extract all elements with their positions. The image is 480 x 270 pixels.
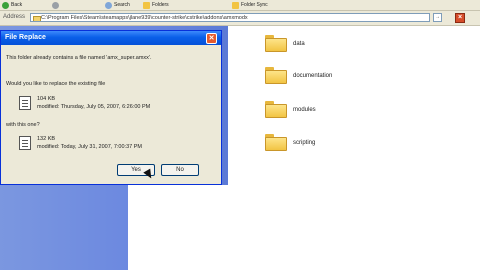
folders-icon — [143, 1, 150, 9]
forward-arrow-icon — [52, 1, 59, 9]
with-label: with this one? — [6, 122, 40, 128]
search-label: Search — [114, 2, 130, 8]
folders-button[interactable]: Folders — [143, 1, 169, 9]
address-input[interactable]: C:\Program Files\Steam\steamapps\jlane93… — [30, 13, 430, 22]
folder-icon — [265, 67, 287, 84]
folder-item-scripting[interactable]: scripting — [265, 134, 315, 151]
blank-area — [128, 185, 228, 270]
folder-item-data[interactable]: data — [265, 35, 305, 52]
toolbar: Back Search Folders Folder Sync — [0, 0, 480, 11]
back-label: Back — [11, 2, 23, 8]
search-button[interactable]: Search — [105, 1, 130, 9]
folder-item-modules[interactable]: modules — [265, 101, 316, 118]
forward-button[interactable] — [52, 1, 59, 9]
dialog-message: This folder already contains a file name… — [6, 55, 152, 61]
existing-file-size: 104 KB — [37, 96, 56, 102]
folder-label: data — [293, 40, 305, 47]
folder-icon — [265, 134, 287, 151]
new-file-modified: modified: Today, July 31, 2007, 7:00:37 … — [37, 144, 142, 150]
dialog-question: Would you like to replace the existing f… — [6, 81, 106, 87]
new-file-size: 132 KB — [37, 136, 56, 142]
search-icon — [105, 1, 112, 9]
folder-icon — [265, 101, 287, 118]
folder-item-documentation[interactable]: documentation — [265, 67, 332, 84]
folder-icon — [33, 16, 41, 21]
folders-label: Folders — [152, 2, 169, 8]
folder-label: scripting — [293, 139, 316, 146]
dialog-close-button[interactable]: ✕ — [206, 33, 217, 44]
folder-sync-icon — [232, 1, 239, 9]
back-button[interactable]: Back — [2, 1, 22, 9]
file-replace-dialog: File Replace ✕ This folder already conta… — [0, 30, 222, 185]
address-label: Address — [3, 14, 26, 20]
folder-label: modules — [293, 106, 316, 113]
dialog-title: File Replace — [5, 34, 46, 41]
folder-label: documentation — [293, 72, 333, 79]
new-file-icon — [19, 136, 31, 150]
no-button[interactable]: No — [161, 164, 199, 176]
folder-icon — [265, 35, 287, 52]
address-path: C:\Program Files\Steam\steamapps\jlane93… — [41, 15, 248, 21]
go-button[interactable]: → — [433, 13, 442, 22]
back-arrow-icon — [2, 1, 9, 9]
folder-sync-label: Folder Sync — [241, 2, 268, 8]
folder-sync-button[interactable]: Folder Sync — [232, 1, 268, 9]
dialog-titlebar[interactable]: File Replace ✕ — [1, 31, 221, 45]
close-icon[interactable]: × — [455, 13, 465, 23]
existing-file-icon — [19, 96, 31, 110]
existing-file-modified: modified: Thursday, July 05, 2007, 6:26:… — [37, 104, 151, 110]
address-bar: Address C:\Program Files\Steam\steamapps… — [0, 11, 480, 26]
